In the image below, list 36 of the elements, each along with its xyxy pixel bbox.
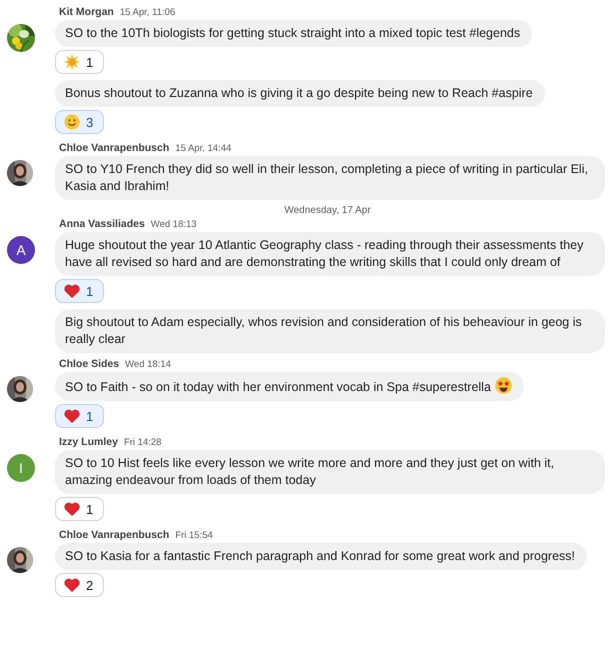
timestamp: Wed 18:14 <box>125 359 171 370</box>
timestamp: Fri 14:28 <box>124 437 162 448</box>
message-bubble: Huge shoutout the year 10 Atlantic Geography class - reading through their assessments they have all revised so hard and are demonstrating the writing skills that I could only dream of <box>55 232 605 276</box>
avatar: I <box>7 454 35 482</box>
avatar: A <box>7 236 35 264</box>
reaction-chip[interactable]: 1 <box>55 497 104 521</box>
message-bubble: SO to the 10Th biologists for getting stuck straight into a mixed topic test #legends <box>55 20 532 47</box>
message-bubble: Big shoutout to Adam especially, whos revision and consideration of his beheaviour in geog is really clear <box>55 309 605 353</box>
message-bubble: SO to 10 Hist feels like every lesson we write more and more and they just get on with it, amazing endeavour from loads of them today <box>55 450 605 494</box>
reaction-chip[interactable]: 3 <box>55 110 104 134</box>
heart-icon <box>64 578 80 592</box>
reaction-chip[interactable]: 1 <box>55 279 104 303</box>
date-divider: Wednesday, 17 Apr <box>284 205 371 216</box>
star-eyes-icon <box>494 377 512 394</box>
smile-icon <box>64 114 80 130</box>
heart-icon <box>64 409 80 423</box>
sender-name: Chloe Sides <box>59 358 120 370</box>
sender-name: Kit Morgan <box>59 6 114 18</box>
heart-icon <box>64 284 80 298</box>
timestamp: Fri 15:54 <box>175 530 213 541</box>
message-bubble: SO to Y10 French they did so well in their lesson, completing a piece of writing in particular Eli, Kasia and Ibrahim! <box>55 156 605 200</box>
timestamp: 15 Apr, 11:06 <box>120 7 176 18</box>
heart-icon <box>64 502 80 516</box>
message-bubble: SO to Faith - so on it today with her environment vocab in Spa #superestrella <box>55 372 524 401</box>
timestamp: 15 Apr, 14:44 <box>175 143 232 154</box>
reaction-chip[interactable]: 1 <box>55 50 104 74</box>
message-bubble: SO to Kasia for a fantastic French paragraph and Konrad for some great work and progress! <box>55 543 587 570</box>
sender-name: Chloe Vanrapenbusch <box>59 529 170 541</box>
message-bubble: Bonus shoutout to Zuzanna who is giving it a go despite being new to Reach #aspire <box>55 80 545 107</box>
timestamp: Wed 18:13 <box>150 219 197 230</box>
sender-name: Izzy Lumley <box>59 436 118 448</box>
sparkle-icon <box>64 54 80 70</box>
reaction-chip[interactable]: 2 <box>55 573 104 597</box>
sender-name: Anna Vassiliades <box>59 218 145 230</box>
sender-name: Chloe Vanrapenbusch <box>59 142 170 154</box>
reaction-chip[interactable]: 1 <box>55 404 104 428</box>
